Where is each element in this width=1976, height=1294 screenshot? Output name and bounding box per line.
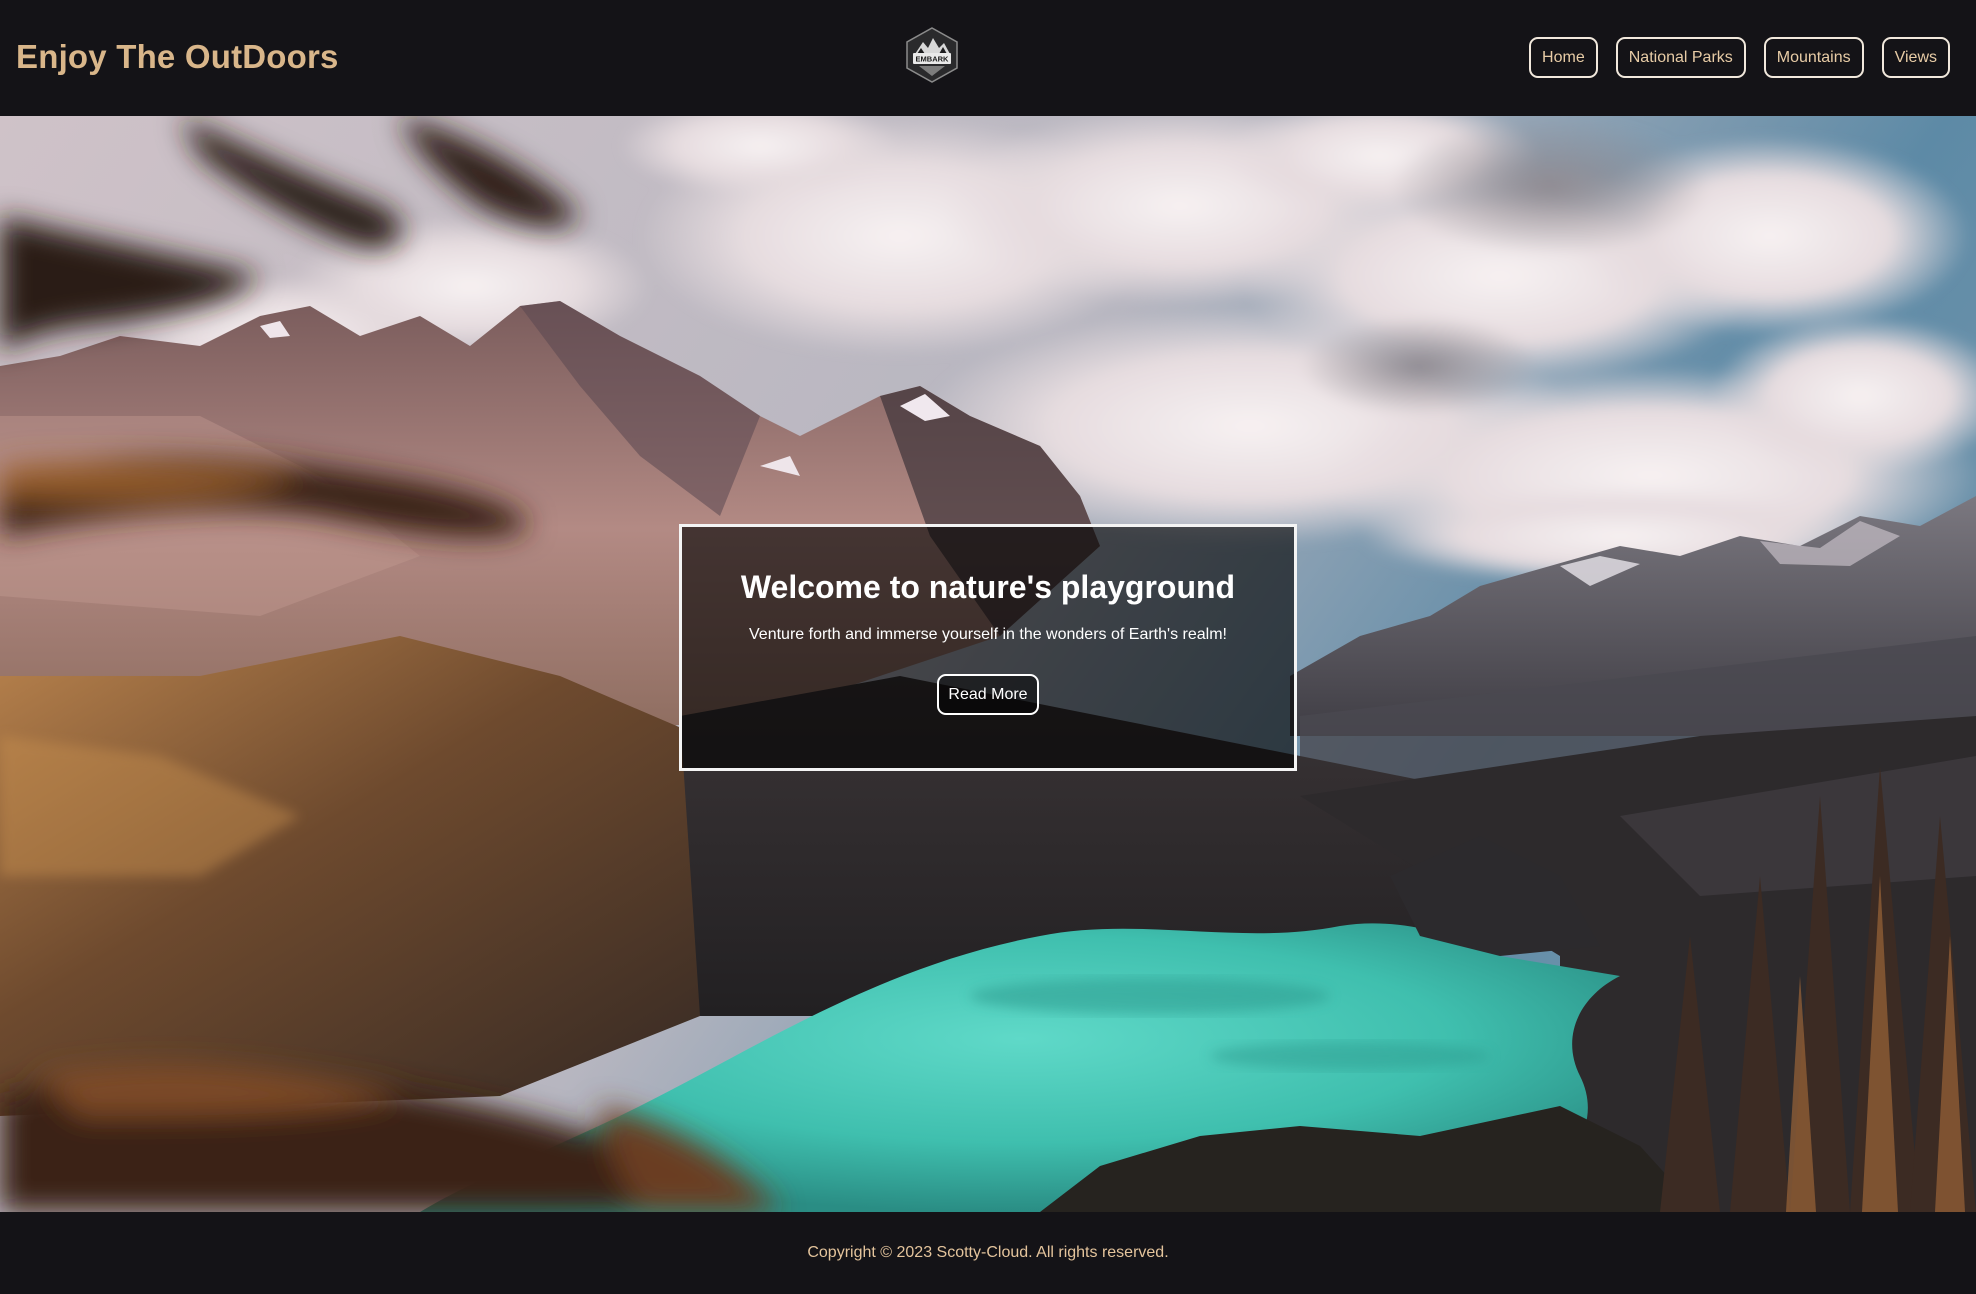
- logo-text: EMBARK: [916, 55, 949, 64]
- hero-section: Welcome to nature's playground Venture f…: [0, 116, 1976, 1212]
- main-nav: Home National Parks Mountains Views: [1529, 37, 1950, 78]
- site-header: Enjoy The OutDoors EMBARK Home National …: [0, 0, 1976, 116]
- welcome-card: Welcome to nature's playground Venture f…: [679, 524, 1297, 771]
- welcome-subtitle: Venture forth and immerse yourself in th…: [749, 626, 1227, 643]
- nav-mountains-button[interactable]: Mountains: [1763, 37, 1864, 78]
- embark-logo-icon[interactable]: EMBARK: [903, 26, 961, 84]
- brand-title[interactable]: Enjoy The OutDoors: [16, 38, 339, 76]
- read-more-button[interactable]: Read More: [937, 674, 1039, 715]
- nav-national-parks-button[interactable]: National Parks: [1615, 37, 1746, 78]
- site-footer: Copyright © 2023 Scotty-Cloud. All right…: [0, 1212, 1976, 1294]
- welcome-title: Welcome to nature's playground: [740, 569, 1236, 605]
- copyright-text: Copyright © 2023 Scotty-Cloud. All right…: [807, 1244, 1169, 1261]
- nav-views-button[interactable]: Views: [1881, 37, 1950, 78]
- nav-home-button[interactable]: Home: [1529, 37, 1598, 78]
